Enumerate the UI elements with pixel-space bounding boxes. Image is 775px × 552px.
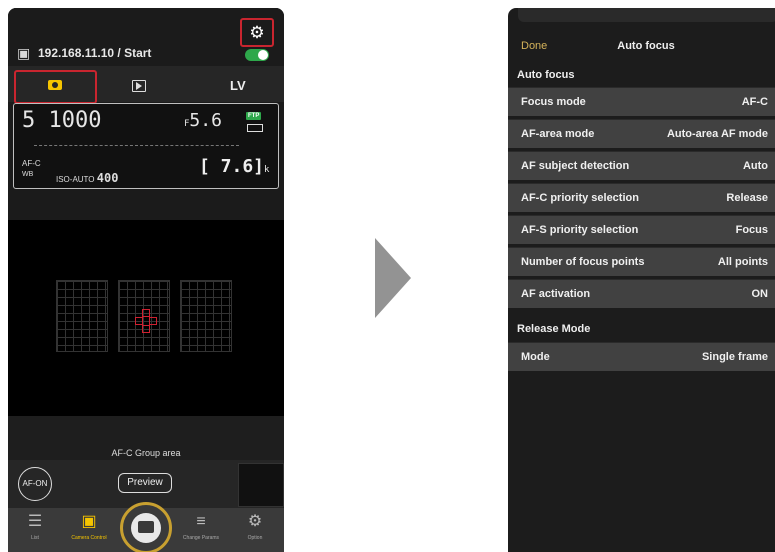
section-title: Auto focus (517, 69, 575, 81)
setting-label: Mode (521, 351, 550, 363)
af-status-text: AF-C Group area (111, 448, 181, 458)
setting-value: Release (726, 192, 768, 204)
tab-photo[interactable] (14, 70, 97, 104)
sheet-handle (518, 8, 775, 22)
setting-row-focus-mode[interactable]: Focus mode AF-C (508, 87, 775, 116)
remaining-shots-unit: k (264, 165, 270, 175)
bottom-nav: ☰ List ▣ Camera Control ≡ Change Params ⚙ Op… (8, 502, 284, 552)
iso-readout: ISO-AUTO 400 (56, 171, 118, 185)
setting-value: Auto (742, 160, 768, 172)
transition-arrow-icon (375, 238, 411, 318)
setting-label: AF subject detection (521, 160, 630, 172)
live-view-area[interactable] (8, 220, 284, 416)
setting-value: Auto-area AF mode (666, 128, 768, 140)
setting-row-af-area-mode[interactable]: AF-area mode Auto-area AF mode (508, 119, 775, 148)
exposure-scale (34, 137, 239, 146)
setting-label: AF activation (521, 288, 591, 300)
aperture-value: F5.6 (184, 110, 222, 131)
section-header-auto-focus: Auto focus (508, 60, 775, 88)
tab-playback-icon[interactable] (132, 80, 146, 92)
iso-value: 400 (96, 171, 119, 185)
setting-label: Focus mode (521, 96, 586, 108)
tab-live-view[interactable]: LV (230, 78, 246, 93)
af-status-area: AF-C Group area (8, 416, 284, 460)
done-button[interactable]: Done (521, 40, 547, 52)
wb-label: WB (22, 171, 34, 178)
af-point-grid (56, 270, 234, 358)
setting-label: AF-S priority selection (521, 224, 639, 236)
nav-list-label: List (31, 535, 39, 541)
list-icon: ☰ (27, 513, 43, 530)
active-af-point (149, 317, 157, 325)
section-title: Release Mode (517, 323, 591, 335)
setting-row-number-of-focus-points[interactable]: Number of focus points All points (508, 247, 775, 276)
setting-value: Single frame (701, 351, 768, 363)
shutter-speed: 5 1000 (22, 108, 102, 133)
setting-row-af-c-priority[interactable]: AF-C priority selection Release (508, 183, 775, 212)
af-grid-right (180, 280, 232, 352)
af-mode-indicator: AF-C (22, 159, 41, 168)
active-af-point (135, 317, 143, 325)
camera-control-icon: ▣ (81, 513, 97, 530)
sliders-icon: ≡ (196, 513, 206, 530)
setting-row-af-subject-detection[interactable]: AF subject detection Auto (508, 151, 775, 180)
setting-row-af-activation[interactable]: AF activation ON (508, 279, 775, 308)
battery-icon (247, 124, 263, 132)
auto-focus-settings-screen: Auto focus Done Auto focus Focus mode AF-… (508, 8, 775, 552)
iso-label: ISO-AUTO (56, 175, 95, 184)
nav-change-params[interactable]: ≡ Change Params (174, 512, 228, 541)
remaining-shots-value: [ 7.6] (199, 156, 265, 177)
aperture-number: 5.6 (189, 110, 222, 131)
camera-icon (48, 80, 62, 90)
settings-header: Auto focus Done (508, 26, 775, 60)
last-image-thumbnail[interactable] (238, 463, 284, 507)
setting-value: AF-C (741, 96, 768, 108)
setting-label: AF-C priority selection (521, 192, 639, 204)
gear-icon: ⚙ (247, 513, 263, 530)
setting-label: Number of focus points (521, 256, 645, 268)
section-header-release-mode: Release Mode (508, 314, 775, 342)
nav-list[interactable]: ☰ List (8, 512, 62, 541)
nav-camera-control[interactable]: ▣ Camera Control (62, 512, 116, 541)
nav-option-label: Option (247, 535, 263, 541)
camera-connection-icon: ▣ (17, 45, 31, 61)
mode-tab-bar: LV (8, 66, 284, 104)
active-af-point (142, 309, 150, 317)
settings-gear-icon[interactable]: ⚙ (240, 18, 274, 47)
camera-control-screen: ▣ 192.168.11.10 / Start ⚙ LV 5 1000 F5.6… (8, 8, 284, 552)
active-af-point (142, 325, 150, 333)
status-bar: ▣ 192.168.11.10 / Start ⚙ (8, 8, 284, 66)
nav-camera-control-label: Camera Control (71, 535, 107, 541)
camera-icon (138, 521, 154, 533)
setting-row-af-s-priority[interactable]: AF-S priority selection Focus (508, 215, 775, 244)
page-title: Auto focus (617, 40, 675, 52)
setting-label: AF-area mode (521, 128, 595, 140)
preview-button[interactable]: Preview (118, 473, 172, 493)
control-row: AF-ON Preview (8, 460, 284, 508)
shutter-button[interactable] (120, 502, 172, 552)
camera-info-panel: 5 1000 F5.6 FTP AF-C WB ISO-AUTO 400 [ 7… (13, 103, 279, 189)
setting-value: ON (751, 288, 769, 300)
ftp-badge: FTP (246, 112, 262, 120)
af-on-button[interactable]: AF-ON (18, 467, 52, 501)
connection-status: 192.168.11.10 / Start (38, 46, 152, 60)
setting-value: All points (717, 256, 768, 268)
af-grid-left (56, 280, 108, 352)
nav-change-params-label: Change Params (182, 535, 220, 541)
setting-value: Focus (735, 224, 768, 236)
setting-row-mode[interactable]: Mode Single frame (508, 342, 775, 371)
connection-toggle[interactable] (245, 49, 269, 61)
remaining-shots: [ 7.6]k (199, 156, 269, 177)
nav-option[interactable]: ⚙ Option (228, 512, 282, 541)
